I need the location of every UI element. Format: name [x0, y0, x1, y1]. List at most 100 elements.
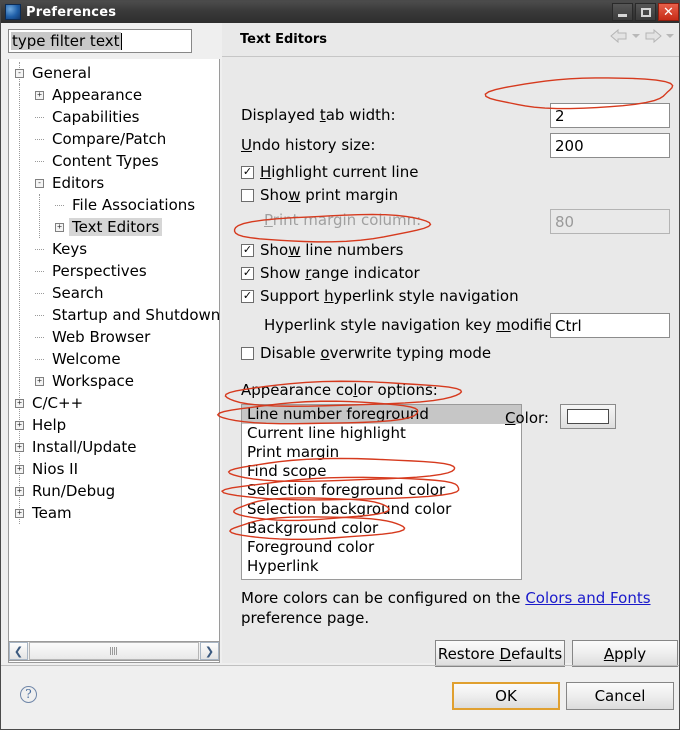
- sidebar-item-editors[interactable]: - Editors: [9, 172, 219, 194]
- ok-button[interactable]: OK: [452, 682, 560, 710]
- back-arrow-icon[interactable]: [610, 29, 628, 43]
- sidebar-item-capabilities[interactable]: Capabilities: [9, 106, 219, 128]
- maximize-button[interactable]: [635, 3, 656, 21]
- sidebar-item-keys[interactable]: Keys: [9, 238, 219, 260]
- collapse-icon[interactable]: -: [15, 68, 24, 78]
- maximize-icon: [640, 7, 651, 17]
- ok-label: OK: [495, 687, 517, 705]
- tree-horizontal-scrollbar[interactable]: ❮ ❯: [8, 641, 220, 661]
- color-option-item[interactable]: Hyperlink: [242, 557, 521, 576]
- sidebar-item-nios-ii[interactable]: + Nios II: [9, 458, 219, 480]
- hyperlink-modifier-input[interactable]: Ctrl: [550, 313, 670, 338]
- expand-icon[interactable]: +: [15, 508, 24, 518]
- sidebar-item-label: Web Browser: [52, 328, 151, 346]
- sidebar-item-label: Help: [32, 416, 67, 434]
- sidebar-item-workspace[interactable]: + Workspace: [9, 370, 219, 392]
- footer-divider: [1, 665, 679, 666]
- sidebar-item-compare-patch[interactable]: Compare/Patch: [9, 128, 219, 150]
- sidebar-item-appearance[interactable]: + Appearance: [9, 84, 219, 106]
- collapse-icon[interactable]: -: [35, 178, 44, 188]
- sidebar-item-help[interactable]: + Help: [9, 414, 219, 436]
- undo-history-input[interactable]: 200: [550, 133, 670, 158]
- show-range-indicator-checkbox[interactable]: ✓ Show range indicator: [241, 264, 420, 282]
- help-icon[interactable]: ?: [20, 686, 37, 703]
- sidebar-item-content-types[interactable]: Content Types: [9, 150, 219, 172]
- preferences-tree[interactable]: - General + Appearance Capabilities Compare/P…: [8, 59, 220, 663]
- color-swatch-button[interactable]: [560, 404, 616, 429]
- expand-icon[interactable]: +: [15, 420, 24, 430]
- disable-overwrite-typing-checkbox[interactable]: Disable overwrite typing mode: [241, 344, 491, 362]
- sidebar-item-file-associations[interactable]: File Associations: [9, 194, 219, 216]
- sidebar-item-perspectives[interactable]: Perspectives: [9, 260, 219, 282]
- header-divider: [222, 56, 679, 57]
- cancel-button[interactable]: Cancel: [566, 682, 674, 710]
- tab-width-input[interactable]: 2: [550, 103, 670, 128]
- support-hyperlink-navigation-checkbox[interactable]: ✓ Support hyperlink style navigation: [241, 287, 519, 305]
- color-option-item[interactable]: Current line highlight: [242, 424, 521, 443]
- sidebar-item-general[interactable]: - General: [9, 62, 219, 84]
- color-option-item[interactable]: Print margin: [242, 443, 521, 462]
- checkbox-icon: ✓: [241, 289, 254, 303]
- checkbox-label: Support hyperlink style navigation: [260, 287, 519, 305]
- color-option-item[interactable]: Selection foreground color: [242, 481, 521, 500]
- appearance-color-options-label: Appearance color options:: [241, 381, 438, 399]
- expand-icon[interactable]: +: [35, 376, 44, 386]
- color-option-item[interactable]: Selection background color: [242, 500, 521, 519]
- checkbox-label: Show range indicator: [260, 264, 420, 282]
- sidebar-item-startup-and-shutdown[interactable]: Startup and Shutdown: [9, 304, 219, 326]
- tab-width-label: Displayed tab width:: [241, 106, 396, 124]
- highlight-current-line-checkbox[interactable]: ✓ Highlight current line: [241, 163, 418, 181]
- back-dropdown-icon[interactable]: [632, 34, 640, 38]
- hyperlink-modifier-label: Hyperlink style navigation key modifier:: [264, 316, 564, 334]
- scroll-right-button[interactable]: ❯: [200, 642, 219, 660]
- sidebar-item-search[interactable]: Search: [9, 282, 219, 304]
- apply-button[interactable]: Apply: [572, 640, 678, 667]
- cancel-label: Cancel: [594, 687, 646, 705]
- show-line-numbers-checkbox[interactable]: ✓ Show line numbers: [241, 241, 403, 259]
- checkbox-icon: ✓: [241, 266, 254, 280]
- expand-icon[interactable]: +: [15, 464, 24, 474]
- sidebar-item-label: General: [32, 64, 92, 82]
- colors-and-fonts-link[interactable]: Colors and Fonts: [525, 589, 650, 607]
- restore-defaults-button[interactable]: Restore Defaults: [435, 640, 565, 667]
- expand-icon[interactable]: +: [15, 398, 24, 408]
- expand-icon[interactable]: +: [35, 90, 44, 100]
- sidebar-item-label: Search: [52, 284, 104, 302]
- more-colors-text: More colors can be configured on the Col…: [241, 588, 661, 628]
- expand-icon[interactable]: +: [15, 486, 24, 496]
- sidebar-item-c-c[interactable]: + C/C++: [9, 392, 219, 414]
- sidebar-item-run-debug[interactable]: + Run/Debug: [9, 480, 219, 502]
- expand-icon[interactable]: +: [55, 222, 64, 232]
- scroll-left-button[interactable]: ❮: [9, 642, 28, 660]
- color-option-item[interactable]: Foreground color: [242, 538, 521, 557]
- checkbox-icon: ✓: [241, 243, 254, 257]
- minimize-button[interactable]: [612, 3, 633, 21]
- color-option-item[interactable]: Line number foreground: [242, 405, 521, 424]
- sidebar-item-install-update[interactable]: + Install/Update: [9, 436, 219, 458]
- checkbox-label: Show line numbers: [260, 241, 404, 259]
- print-margin-column-input[interactable]: 80: [550, 209, 670, 234]
- sidebar-item-web-browser[interactable]: Web Browser: [9, 326, 219, 348]
- forward-dropdown-icon[interactable]: [666, 34, 674, 38]
- sidebar: type filter text - General + Appearance Capa…: [8, 29, 220, 663]
- color-swatch: [567, 409, 609, 424]
- scrollbar-thumb[interactable]: [29, 642, 199, 660]
- sidebar-item-label: Run/Debug: [32, 482, 116, 500]
- restore-defaults-label: Restore Defaults: [437, 644, 563, 663]
- sidebar-item-label: Perspectives: [52, 262, 147, 280]
- color-option-item[interactable]: Find scope: [242, 462, 521, 481]
- window-controls: ✕: [612, 3, 679, 21]
- sidebar-item-label: Team: [32, 504, 72, 522]
- filter-input[interactable]: type filter text: [8, 29, 192, 53]
- show-print-margin-checkbox[interactable]: Show print margin: [241, 186, 398, 204]
- color-option-item[interactable]: Background color: [242, 519, 521, 538]
- color-options-list[interactable]: Line number foreground Current line highl…: [241, 404, 522, 580]
- close-button[interactable]: ✕: [658, 3, 679, 21]
- expand-icon[interactable]: +: [15, 442, 24, 452]
- sidebar-item-welcome[interactable]: Welcome: [9, 348, 219, 370]
- sidebar-item-label: Appearance: [52, 86, 143, 104]
- sidebar-item-text-editors[interactable]: + Text Editors: [9, 216, 219, 238]
- sidebar-item-team[interactable]: + Team: [9, 502, 219, 524]
- forward-arrow-icon[interactable]: [644, 29, 662, 43]
- color-label: Color:: [505, 409, 549, 427]
